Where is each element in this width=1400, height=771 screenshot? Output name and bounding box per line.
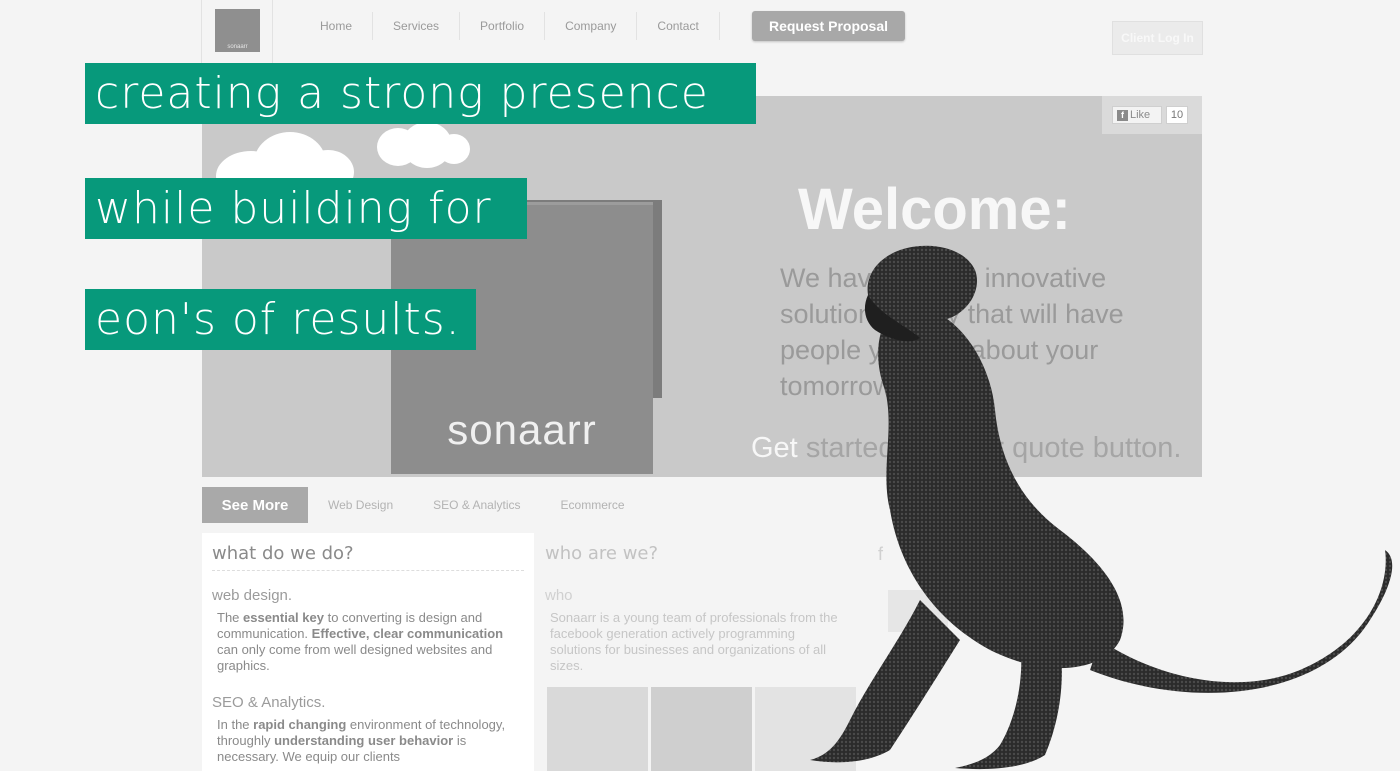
headline-line-1: creating a strong presence <box>85 63 756 124</box>
web-design-title: web design. <box>212 587 293 604</box>
logo-text: sonaarr <box>227 44 248 50</box>
tab-see-more[interactable]: See More <box>202 487 308 523</box>
like-label: Like <box>1130 109 1151 121</box>
tab-seo-analytics[interactable]: SEO & Analytics <box>413 498 540 512</box>
t-rex-illustration <box>810 245 1393 770</box>
headline-line-2: while building for <box>85 178 527 239</box>
cloud-illustration <box>438 134 470 164</box>
logo-mark: sonaarr <box>215 9 260 52</box>
nav-portfolio[interactable]: Portfolio <box>460 12 546 40</box>
facebook-like-widget: f Like 10 <box>1102 96 1202 134</box>
team-photo[interactable] <box>547 687 648 771</box>
client-login-button[interactable]: Client Log In <box>1112 21 1203 55</box>
what-we-do-panel: what do we do? web design. The essential… <box>202 533 534 771</box>
headline-line-3: eon's of results. <box>85 289 476 350</box>
tab-ecommerce[interactable]: Ecommerce <box>541 498 645 512</box>
facebook-icon: f <box>1117 110 1128 121</box>
web-design-text: The essential key to converting is desig… <box>217 610 504 673</box>
welcome-title: Welcome: <box>798 177 1071 242</box>
like-count: 10 <box>1166 106 1188 124</box>
nav-home[interactable]: Home <box>300 12 374 40</box>
logo[interactable]: sonaarr <box>201 0 273 64</box>
seo-title: SEO & Analytics. <box>212 694 326 711</box>
request-proposal-button[interactable]: Request Proposal <box>752 11 905 41</box>
team-photo[interactable] <box>651 687 752 771</box>
nav-services[interactable]: Services <box>373 12 461 40</box>
service-tabs: See More Web Design SEO & Analytics Ecom… <box>202 487 645 523</box>
sign-text: sonaarr <box>447 406 597 453</box>
seo-text: In the rapid changing environment of tec… <box>217 717 506 764</box>
what-heading: what do we do? <box>212 543 524 571</box>
facebook-like-button[interactable]: f Like <box>1112 106 1162 124</box>
tab-web-design[interactable]: Web Design <box>308 498 413 512</box>
nav-company[interactable]: Company <box>545 12 638 40</box>
nav-contact[interactable]: Contact <box>637 12 720 40</box>
main-nav: Home Services Portfolio Company Contact <box>300 12 720 40</box>
